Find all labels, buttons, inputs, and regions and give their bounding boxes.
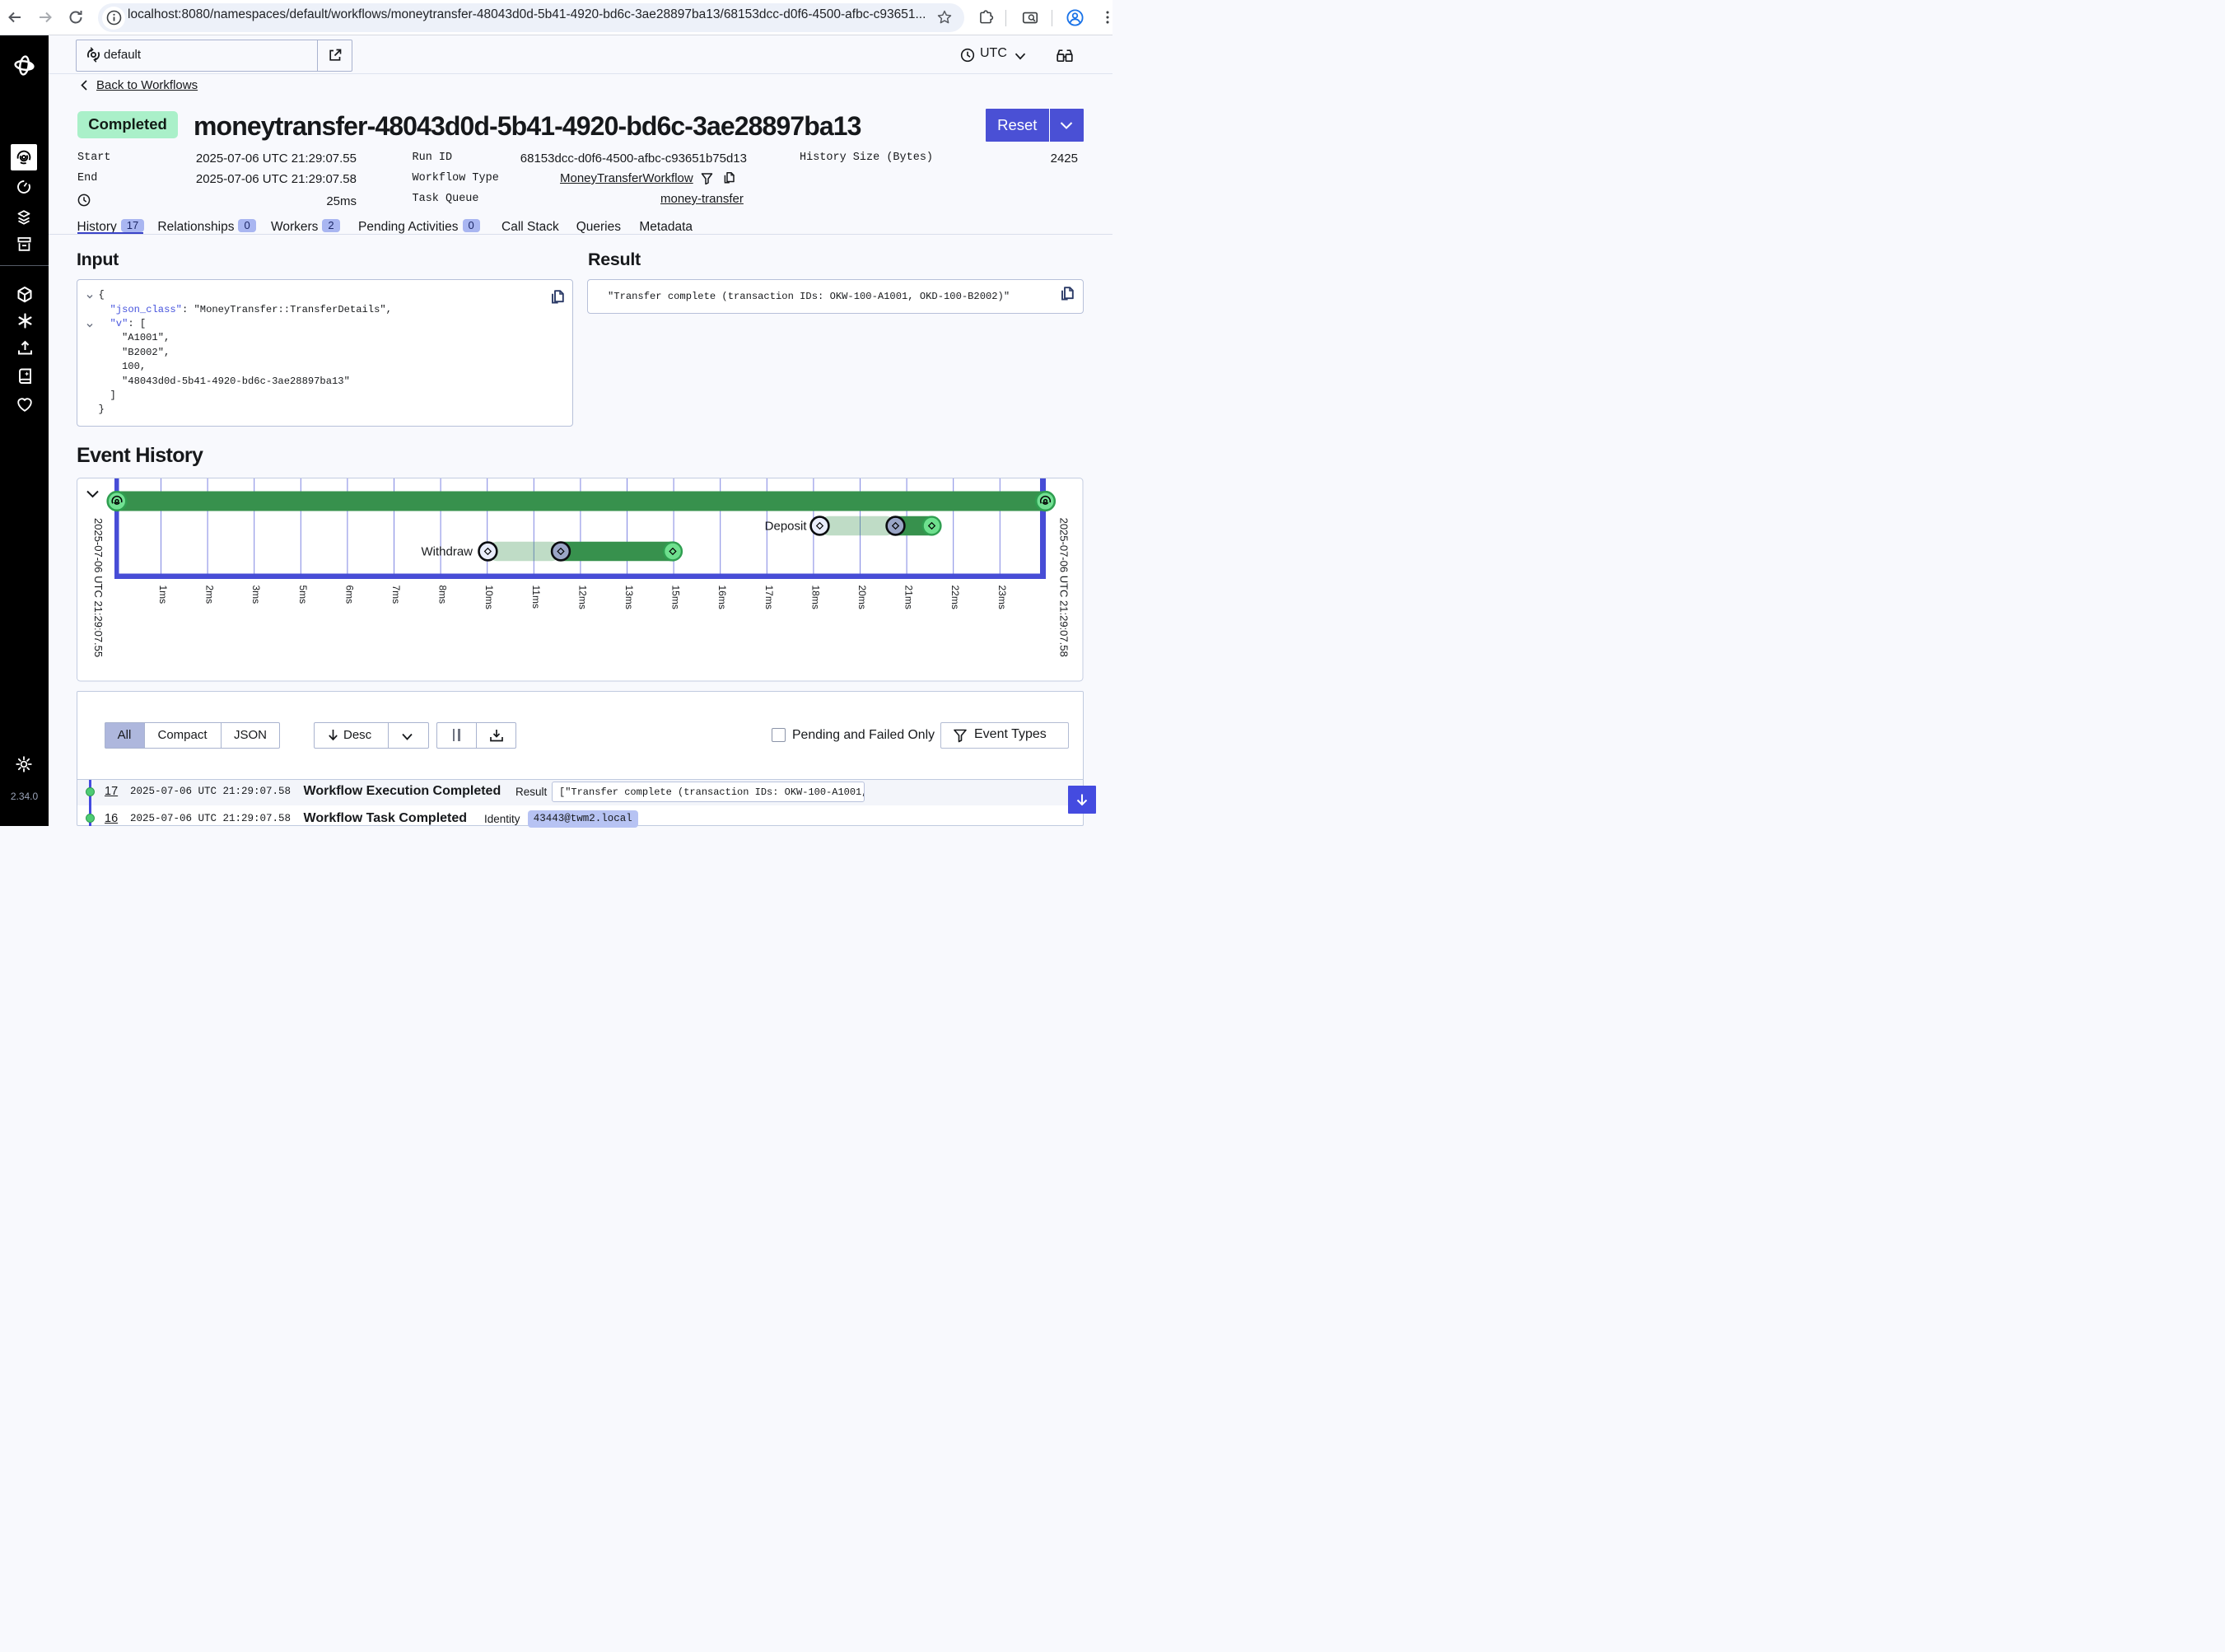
svg-text:10ms: 10ms: [483, 586, 495, 609]
svg-text:15ms: 15ms: [670, 586, 682, 609]
svg-text:Withdraw: Withdraw: [421, 545, 473, 559]
svg-text:2025-07-06 UTC 21:29:07.55: 2025-07-06 UTC 21:29:07.55: [92, 518, 105, 657]
svg-text:7ms: 7ms: [390, 586, 402, 604]
svg-text:5ms: 5ms: [297, 586, 309, 604]
svg-text:16ms: 16ms: [716, 586, 728, 609]
svg-text:8ms: 8ms: [437, 586, 449, 604]
svg-text:1ms: 1ms: [157, 586, 169, 604]
svg-text:23ms: 23ms: [996, 586, 1008, 609]
svg-text:11ms: 11ms: [530, 586, 542, 609]
svg-text:13ms: 13ms: [623, 586, 635, 609]
svg-text:3ms: 3ms: [250, 586, 262, 604]
svg-text:Deposit: Deposit: [765, 520, 808, 534]
svg-text:12ms: 12ms: [576, 586, 588, 609]
svg-text:22ms: 22ms: [949, 586, 961, 609]
svg-text:18ms: 18ms: [809, 586, 821, 609]
svg-text:17ms: 17ms: [763, 586, 775, 609]
svg-text:2025-07-06 UTC 21:29:07.58: 2025-07-06 UTC 21:29:07.58: [1058, 518, 1071, 657]
svg-text:6ms: 6ms: [343, 586, 355, 604]
svg-text:20ms: 20ms: [856, 586, 868, 609]
svg-text:21ms: 21ms: [903, 586, 915, 609]
svg-text:2ms: 2ms: [204, 586, 216, 604]
